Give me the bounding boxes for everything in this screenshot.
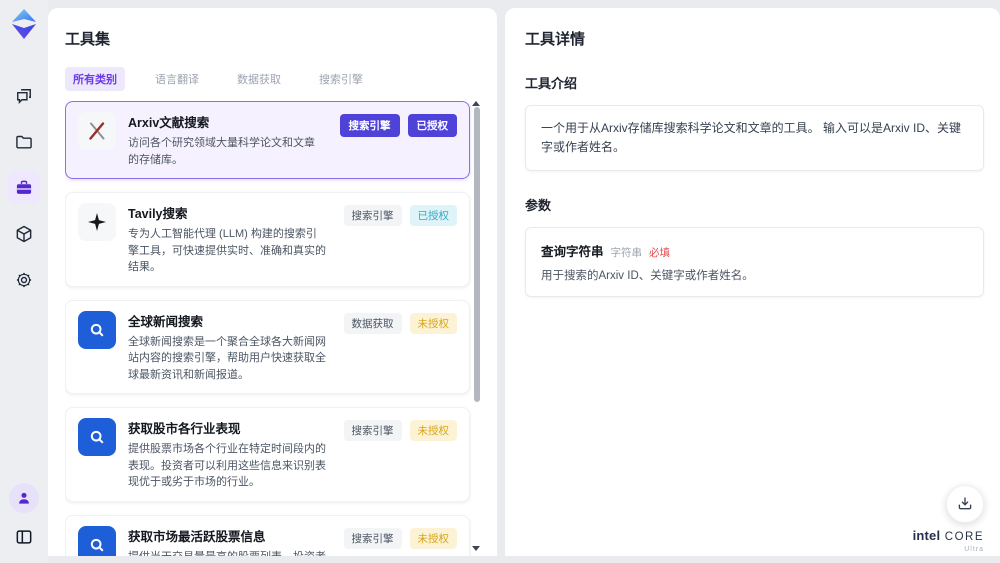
tool-title: 获取股市各行业表现 [128,422,241,436]
globalnews-icon [78,310,116,349]
folder-icon[interactable] [8,126,40,158]
tool-list-item[interactable]: 全球新闻搜索 全球新闻搜索是一个聚合全球各大新闻网站内容的搜索引擎，帮助用户快速… [65,299,470,394]
panel-toggle-icon[interactable] [8,521,40,553]
chat-icon[interactable] [8,80,40,112]
tool-list-item[interactable]: Tavily搜索 专为人工智能代理 (LLM) 构建的搜索引擎工具，可快速提供实… [65,192,470,287]
category-tabs: 所有类别 语言翻译 数据获取 搜索引擎 [65,67,480,91]
param-box: 查询字符串 字符串 必填 用于搜索的Arxiv ID、关键字或作者姓名。 [525,227,984,298]
intro-heading: 工具介绍 [525,76,578,91]
scrollbar-thumb[interactable] [474,107,480,402]
intel-core-logo: intel CORE Ultra [912,528,984,553]
toolbox-icon[interactable] [8,172,40,204]
param-description: 用于搜索的Arxiv ID、关键字或作者姓名。 [541,270,754,283]
category-badge: 搜索引擎 [339,114,400,137]
tool-list-item[interactable]: Arxiv文献搜索 访问各个研究领域大量科学论文和文章的存储库。 搜索引擎 已授… [65,101,470,179]
tool-list-viewport: Arxiv文献搜索 访问各个研究领域大量科学论文和文章的存储库。 搜索引擎 已授… [65,101,480,556]
tool-description: 全球新闻搜索是一个聚合全球各大新闻网站内容的搜索引擎，帮助用户快速获取全球最新资… [128,335,326,381]
intro-box: 一个用于从Arxiv存储库搜索科学论文和文章的工具。 输入可以是Arxiv ID… [525,105,984,172]
stock-icon [78,525,116,556]
tool-description: 提供股票市场各个行业在特定时间段内的表现。投资者可以利用这些信息来识别表现优于或… [128,443,326,488]
tool-title: Arxiv文献搜索 [128,116,210,130]
status-badge: 未授权 [409,527,457,549]
category-badge: 搜索引擎 [343,420,402,441]
category-badge: 数据获取 [343,312,402,334]
status-badge: 已授权 [409,205,457,226]
app-logo [9,8,39,40]
category-badge: 搜索引擎 [343,527,402,549]
tool-list: Arxiv文献搜索 访问各个研究领域大量科学论文和文章的存储库。 搜索引擎 已授… [65,101,480,556]
stock-icon [78,418,116,456]
status-badge: 已授权 [407,114,457,137]
tool-description: 访问各个研究领域大量科学论文和文章的存储库。 [128,137,315,166]
user-icon[interactable] [9,483,39,513]
sparkle-icon [78,203,116,241]
tool-list-item[interactable]: 获取市场最活跃股票信息 提供当天交易量最高的股票列表，投资者可以利用这些信息来识… [65,514,470,557]
tab-2[interactable]: 数据获取 [229,67,289,91]
download-button[interactable] [946,485,984,523]
tool-title: 获取市场最活跃股票信息 [128,529,266,544]
tab-0[interactable]: 所有类别 [65,67,125,91]
page-title: 工具集 [65,31,111,48]
cube-icon[interactable] [8,218,40,250]
tool-list-item[interactable]: 获取股市各行业表现 提供股票市场各个行业在特定时间段内的表现。投资者可以利用这些… [65,407,470,502]
tool-detail-panel: 工具详情 工具介绍 一个用于从Arxiv存储库搜索科学论文和文章的工具。 输入可… [505,8,1000,556]
tool-description: 专为人工智能代理 (LLM) 构建的搜索引擎工具，可快速提供实时、准确和真实的结… [128,228,326,273]
tool-description: 提供当天交易量最高的股票列表，投资者可以利用这些信息来识别流动性强的股票和潜在的… [128,549,328,557]
scrollbar[interactable] [472,101,480,556]
arxiv-icon [78,112,116,150]
params-heading: 参数 [525,198,552,214]
category-badge: 搜索引擎 [343,205,402,226]
left-rail [0,0,48,563]
tool-title: 全球新闻搜索 [128,314,204,329]
tab-1[interactable]: 语言翻译 [147,67,207,91]
status-badge: 未授权 [409,420,457,441]
param-required-badge: 必填 [649,247,671,260]
tool-list-panel: 工具集 所有类别 语言翻译 数据获取 搜索引擎 Arxiv文献搜索 访问各个研究领域大… [48,8,497,556]
param-name: 查询字符串 [541,245,604,260]
status-badge: 未授权 [409,312,457,334]
download-icon [958,497,972,510]
scroll-down-arrow[interactable] [472,546,480,551]
detail-title: 工具详情 [525,31,586,48]
param-type: 字符串 [610,247,643,260]
tool-title: Tavily搜索 [128,207,188,221]
tab-3[interactable]: 搜索引擎 [311,67,371,91]
scroll-up-arrow[interactable] [472,101,480,106]
intro-text: 一个用于从Arxiv存储库搜索科学论文和文章的工具。 输入可以是Arxiv ID… [541,121,962,155]
gear-icon[interactable] [8,264,40,296]
